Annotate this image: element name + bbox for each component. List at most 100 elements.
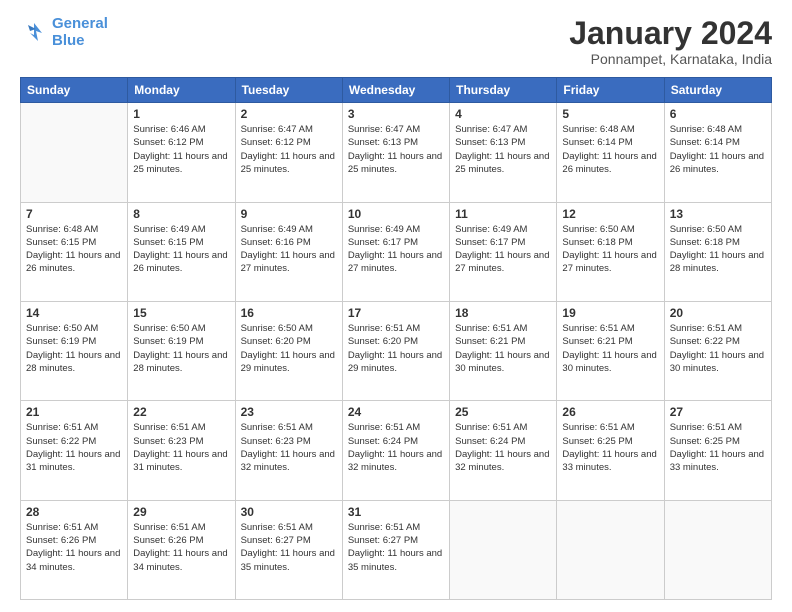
cell-details: Sunrise: 6:51 AMSunset: 6:23 PMDaylight:… <box>241 421 337 474</box>
sunset-text: Sunset: 6:22 PM <box>670 336 740 347</box>
cell-details: Sunrise: 6:51 AMSunset: 6:24 PMDaylight:… <box>455 421 551 474</box>
header-tuesday: Tuesday <box>235 78 342 103</box>
calendar-cell: 29Sunrise: 6:51 AMSunset: 6:26 PMDayligh… <box>128 500 235 599</box>
calendar-cell: 14Sunrise: 6:50 AMSunset: 6:19 PMDayligh… <box>21 301 128 400</box>
sunset-text: Sunset: 6:15 PM <box>133 237 203 248</box>
week-row-2: 7Sunrise: 6:48 AMSunset: 6:15 PMDaylight… <box>21 202 772 301</box>
sunset-text: Sunset: 6:23 PM <box>241 436 311 447</box>
cell-details: Sunrise: 6:49 AM Sunset: 6:17 PM Daylight:… <box>348 223 444 276</box>
daylight-text: Daylight: 11 hours and 27 minutes. <box>241 250 335 274</box>
daylight-text: Daylight: 11 hours and 27 minutes. <box>455 250 549 274</box>
daylight-text: Daylight: 11 hours and 35 minutes. <box>241 548 335 572</box>
daylight-text: Daylight: 11 hours and 32 minutes. <box>455 449 549 473</box>
header-thursday: Thursday <box>450 78 557 103</box>
sunrise-text: Sunrise: 6:51 AM <box>26 522 98 533</box>
week-row-1: 1 Sunrise: 6:46 AMSunset: 6:12 PMDaylight… <box>21 103 772 202</box>
daylight-text: Daylight: 11 hours and 27 minutes. <box>348 250 442 274</box>
cell-details: Sunrise: 6:51 AM Sunset: 6:27 PM Daylight:… <box>348 521 444 574</box>
sunrise-text: Sunrise: 6:47 AM <box>348 124 420 135</box>
header-sunday: Sunday <box>21 78 128 103</box>
day-number: 18 <box>455 306 551 320</box>
sunset-text: Sunset: 6:20 PM <box>241 336 311 347</box>
sunset-text: Sunset: 6:17 PM <box>348 237 418 248</box>
header: General Blue January 2024 Ponnampet, Kar… <box>20 16 772 67</box>
week-row-5: 28Sunrise: 6:51 AMSunset: 6:26 PMDayligh… <box>21 500 772 599</box>
cell-details: Sunrise: 6:51 AMSunset: 6:24 PMDaylight:… <box>348 421 444 474</box>
daylight-text: Daylight: 11 hours and 28 minutes. <box>670 250 764 274</box>
sunrise-text: Sunrise: 6:51 AM <box>241 422 313 433</box>
calendar-cell: 4Sunrise: 6:47 AMSunset: 6:13 PMDaylight… <box>450 103 557 202</box>
calendar-cell: 10Sunrise: 6:49 AMSunset: 6:17 PMDayligh… <box>342 202 449 301</box>
daylight-text: Daylight: 11 hours and 31 minutes. <box>26 449 120 473</box>
daylight-text: Daylight: 11 hours and 30 minutes. <box>562 350 656 374</box>
sunrise-text: Sunrise: 6:49 AM <box>133 224 205 235</box>
week-row-4: 21 Sunrise: 6:51 AMSunset: 6:22 PMDayligh… <box>21 401 772 500</box>
sunset-text: Sunset: 6:14 PM <box>670 137 740 148</box>
sunrise-text: Sunrise: 6:48 AM <box>670 124 742 135</box>
day-number: 4 <box>455 107 551 121</box>
sunrise-text: Sunrise: 6:50 AM <box>241 323 313 334</box>
sunrise-text: Sunrise: 6:51 AM <box>455 422 527 433</box>
sunrise-text: Sunrise: 6:47 AM <box>455 124 527 135</box>
cell-details: Sunrise: 6:51 AMSunset: 6:25 PMDaylight:… <box>670 421 766 474</box>
cell-details: Sunrise: 6:50 AMSunset: 6:19 PMDaylight:… <box>26 322 122 375</box>
calendar-cell: 11Sunrise: 6:49 AMSunset: 6:17 PMDayligh… <box>450 202 557 301</box>
calendar-cell <box>21 103 128 202</box>
cell-details: Sunrise: 6:51 AMSunset: 6:21 PMDaylight:… <box>562 322 658 375</box>
daylight-text: Daylight: 11 hours and 29 minutes. <box>241 350 335 374</box>
daylight-text: Daylight: 11 hours and 35 minutes. <box>348 548 442 572</box>
daylight-text: Daylight: 11 hours and 28 minutes. <box>133 350 227 374</box>
day-number: 2 <box>241 107 337 121</box>
sunrise-text: Sunrise: 6:50 AM <box>26 323 98 334</box>
calendar-cell: 17Sunrise: 6:51 AMSunset: 6:20 PMDayligh… <box>342 301 449 400</box>
sunrise-text: Sunrise: 6:49 AM <box>241 224 313 235</box>
sunrise-text: Sunrise: 6:47 AM <box>241 124 313 135</box>
day-number: 30 <box>241 505 337 519</box>
logo-text: General Blue <box>52 16 108 49</box>
daylight-text: Daylight: 11 hours and 34 minutes. <box>26 548 120 572</box>
sunset-text: Sunset: 6:27 PM <box>348 535 418 546</box>
day-number: 21 <box>26 405 122 419</box>
sunrise-text: Sunrise: 6:48 AM <box>26 224 98 235</box>
calendar-cell: 22Sunrise: 6:51 AMSunset: 6:23 PMDayligh… <box>128 401 235 500</box>
sunrise-text: Sunrise: 6:51 AM <box>348 422 420 433</box>
cell-details: Sunrise: 6:50 AMSunset: 6:18 PMDaylight:… <box>562 223 658 276</box>
calendar-cell: 30Sunrise: 6:51 AMSunset: 6:27 PMDayligh… <box>235 500 342 599</box>
sunrise-text: Sunrise: 6:49 AM <box>348 224 420 235</box>
sunrise-text: Sunrise: 6:51 AM <box>26 422 98 433</box>
calendar-cell: 3Sunrise: 6:47 AMSunset: 6:13 PMDaylight… <box>342 103 449 202</box>
day-number: 11 <box>455 207 551 221</box>
header-monday: Monday <box>128 78 235 103</box>
cell-details: Sunrise: 6:46 AMSunset: 6:12 PMDaylight:… <box>133 123 229 176</box>
day-number: 23 <box>241 405 337 419</box>
calendar-cell: 26Sunrise: 6:51 AMSunset: 6:25 PMDayligh… <box>557 401 664 500</box>
calendar-cell <box>664 500 771 599</box>
sunrise-text: Sunrise: 6:51 AM <box>348 522 420 533</box>
logo-icon <box>20 19 48 47</box>
cell-details: Sunrise: 6:51 AMSunset: 6:22 PMDaylight:… <box>26 421 122 474</box>
day-number: 5 <box>562 107 658 121</box>
cell-details: Sunrise: 6:50 AMSunset: 6:18 PMDaylight:… <box>670 223 766 276</box>
daylight-text: Daylight: 11 hours and 31 minutes. <box>133 449 227 473</box>
sunset-text: Sunset: 6:20 PM <box>348 336 418 347</box>
day-number: 1 <box>133 107 229 121</box>
sunrise-text: Sunrise: 6:49 AM <box>455 224 527 235</box>
sunset-text: Sunset: 6:13 PM <box>348 137 418 148</box>
day-number: 24 <box>348 405 444 419</box>
sunset-text: Sunset: 6:25 PM <box>670 436 740 447</box>
sunrise-text: Sunrise: 6:51 AM <box>348 323 420 334</box>
sunrise-text: Sunrise: 6:51 AM <box>455 323 527 334</box>
day-number: 9 <box>241 207 337 221</box>
sunset-text: Sunset: 6:15 PM <box>26 237 96 248</box>
day-number: 31 <box>348 505 444 519</box>
sunrise-text: Sunrise: 6:51 AM <box>562 422 634 433</box>
daylight-text: Daylight: 11 hours and 26 minutes. <box>26 250 120 274</box>
day-number: 26 <box>562 405 658 419</box>
sunset-text: Sunset: 6:19 PM <box>133 336 203 347</box>
header-friday: Friday <box>557 78 664 103</box>
daylight-text: Daylight: 11 hours and 26 minutes. <box>133 250 227 274</box>
sunset-text: Sunset: 6:12 PM <box>241 137 311 148</box>
cell-details: Sunrise: 6:51 AMSunset: 6:22 PMDaylight:… <box>670 322 766 375</box>
calendar-cell: 7Sunrise: 6:48 AMSunset: 6:15 PMDaylight… <box>21 202 128 301</box>
calendar-cell <box>450 500 557 599</box>
